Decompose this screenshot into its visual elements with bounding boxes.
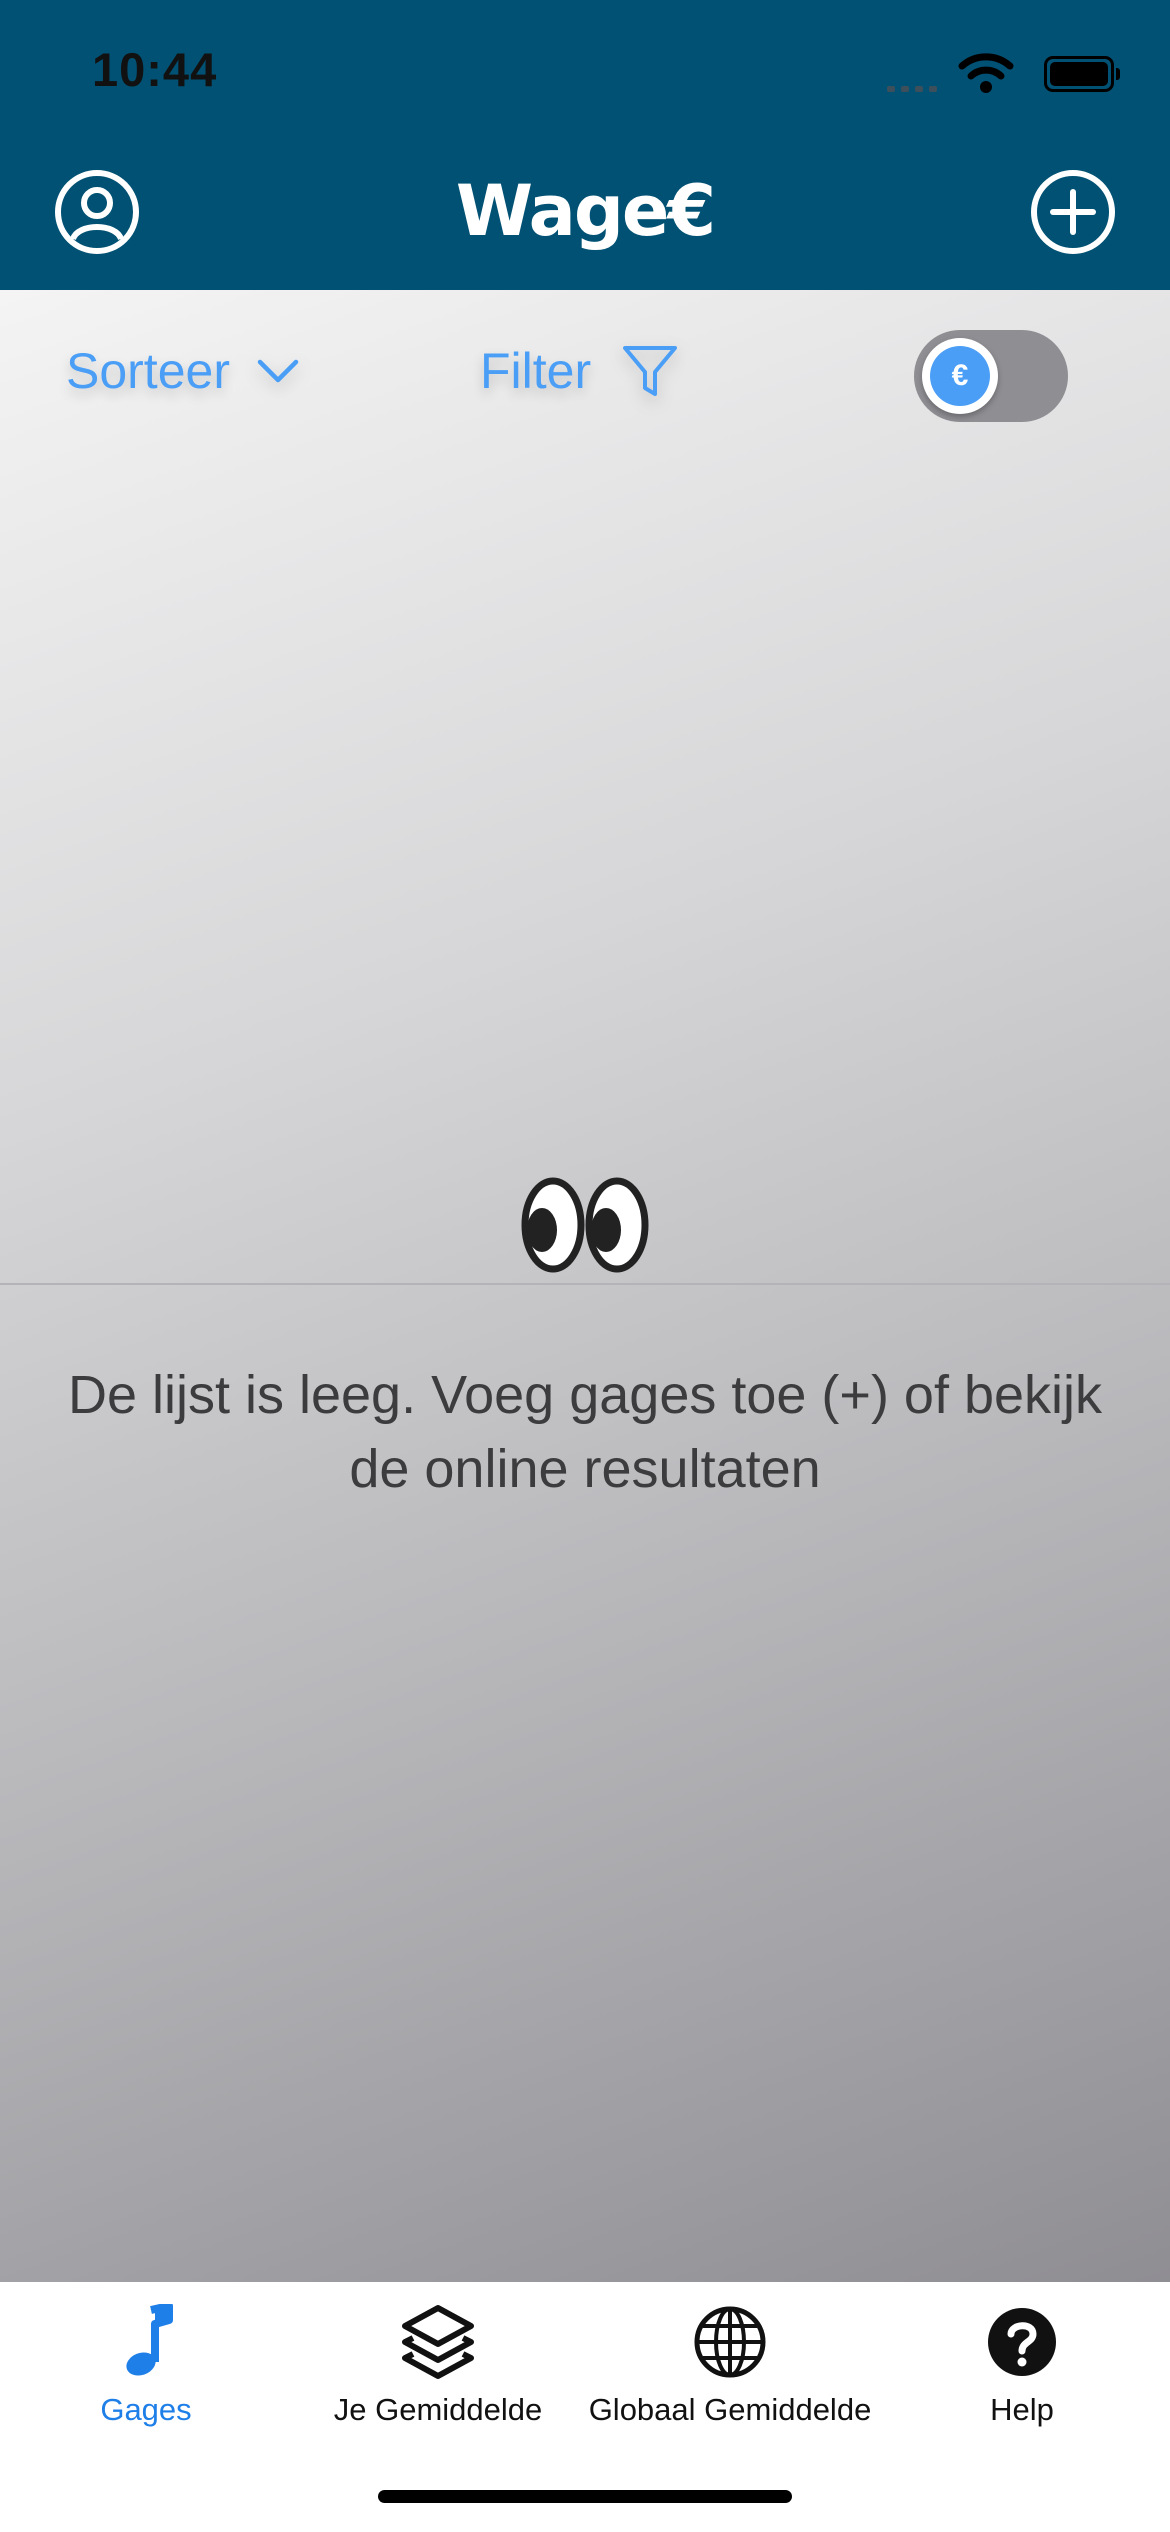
app-header: 10:44 Wage€ — [0, 0, 1170, 290]
divider — [0, 1283, 1170, 1285]
currency-toggle[interactable]: € — [914, 330, 1068, 422]
tab-label: Gages — [100, 2392, 192, 2427]
filter-button[interactable]: Filter — [480, 342, 679, 400]
eyes-emoji-icon — [521, 1177, 649, 1273]
tab-gages[interactable]: Gages — [0, 2282, 292, 2432]
filter-funnel-icon — [623, 346, 678, 396]
toggle-knob: € — [922, 338, 998, 414]
sort-label: Sorteer — [66, 343, 230, 399]
tab-globaal-gemiddelde[interactable]: Globaal Gemiddelde — [584, 2282, 876, 2432]
cellular-signal-icon — [887, 82, 939, 92]
euro-symbol: € — [930, 346, 990, 406]
tab-je-gemiddelde[interactable]: Je Gemiddelde — [292, 2282, 584, 2432]
tab-label: Help — [990, 2392, 1054, 2427]
layers-icon — [402, 2305, 474, 2379]
filter-label: Filter — [480, 343, 592, 399]
question-circle-icon — [988, 2308, 1056, 2376]
app-logo: Wage€ — [455, 170, 716, 252]
home-indicator — [378, 2490, 792, 2503]
battery-icon — [1044, 56, 1120, 92]
tab-label: Je Gemiddelde — [333, 2392, 543, 2427]
gages-list[interactable]: Sorteer Filter € De lijst is leeg. Voeg … — [0, 290, 1170, 2282]
wifi-icon — [958, 53, 1014, 93]
chevron-down-icon — [257, 359, 299, 383]
sort-button[interactable]: Sorteer — [66, 342, 300, 400]
globe-icon — [694, 2306, 766, 2378]
status-time: 10:44 — [92, 43, 218, 96]
music-note-icon — [126, 2304, 173, 2376]
empty-state-message: De lijst is leeg. Voeg gages toe (+) of … — [67, 1365, 1103, 1499]
tab-label: Globaal Gemiddelde — [588, 2392, 872, 2427]
tab-help[interactable]: Help — [876, 2282, 1168, 2432]
plus-circle-icon[interactable] — [1029, 168, 1117, 256]
